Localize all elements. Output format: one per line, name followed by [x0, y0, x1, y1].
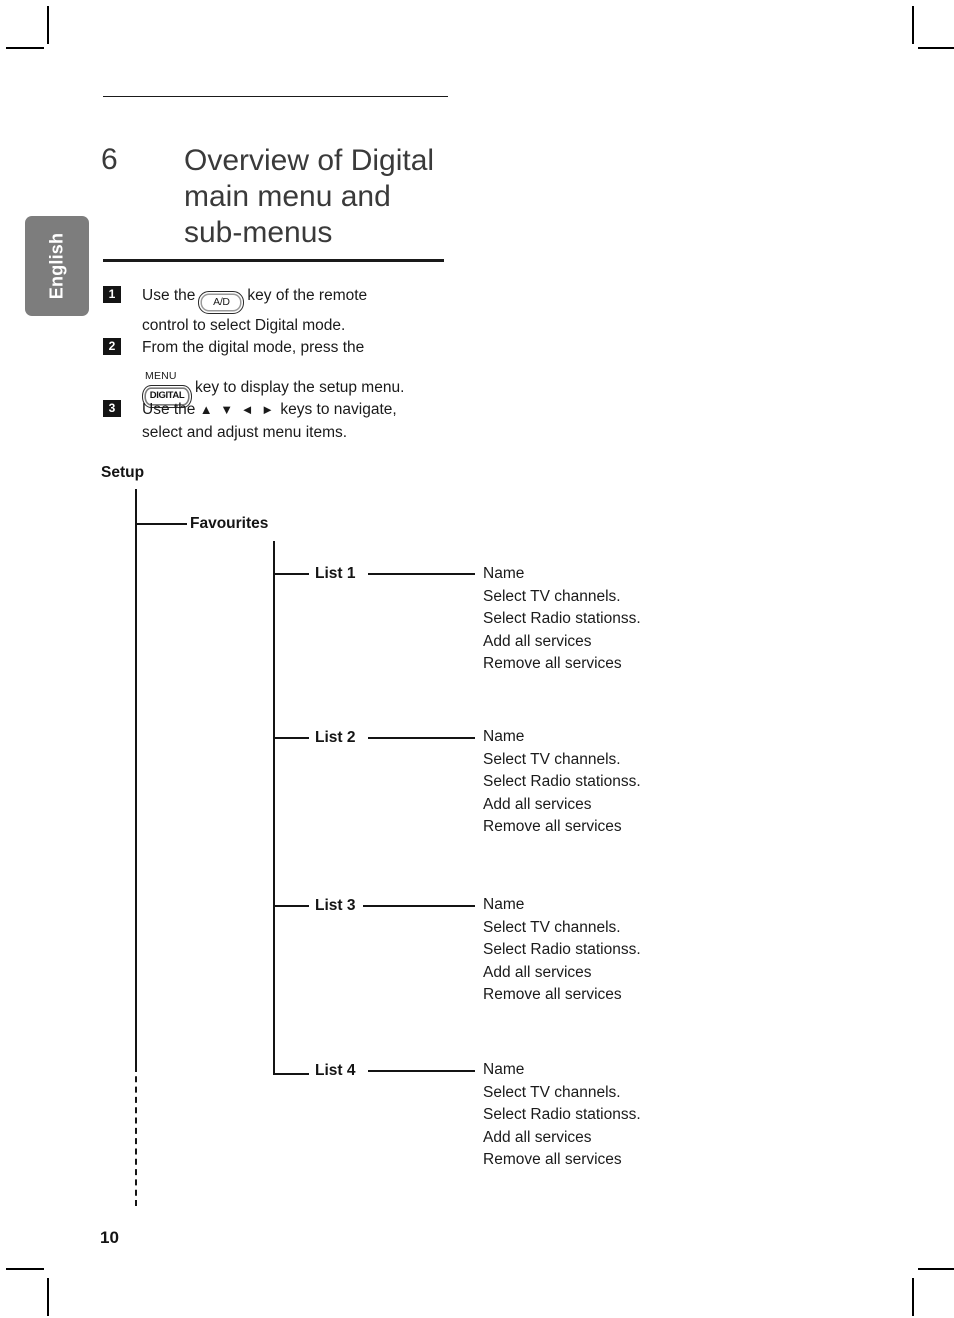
tree-node-list-3: List 3	[315, 897, 356, 914]
tree-connector-list-1	[273, 573, 309, 575]
tree-leaf-item: Add all services	[483, 795, 592, 813]
tree-connector-list-4-leaf	[368, 1070, 475, 1072]
tree-leaf-item: Add all services	[483, 1128, 592, 1146]
tree-leaf-item: Select Radio stationss.	[483, 773, 641, 790]
tree-node-list-2: List 2	[315, 729, 356, 746]
tree-connector-list-2-leaf	[368, 737, 475, 739]
tree-leaf-item: Select Radio stationss.	[483, 1106, 641, 1123]
tree-leaf-item: Remove all services	[483, 655, 622, 672]
tree-connector-favourites	[135, 523, 187, 525]
tree-trunk-favourites	[273, 541, 275, 1075]
tree-leaf-item: Remove all services	[483, 818, 622, 835]
tree-leaf-item: Name	[483, 896, 525, 913]
tree-leaf-item: Remove all services	[483, 1151, 622, 1168]
tree-node-list-1: List 1	[315, 565, 356, 582]
tree-trunk-setup-dashed	[135, 1066, 137, 1206]
tree-leaf-list-2: Name Select TV channels. Select Radio st…	[483, 726, 641, 839]
menu-tree-diagram: Setup Favourites List 1 Name Select TV c…	[0, 0, 954, 1318]
tree-leaf-item: Select Radio stationss.	[483, 610, 641, 627]
tree-leaf-item: Select TV channels.	[483, 918, 621, 936]
tree-trunk-setup	[135, 489, 137, 1066]
tree-leaf-list-4: Name Select TV channels. Select Radio st…	[483, 1059, 641, 1172]
tree-leaf-item: Name	[483, 565, 525, 582]
tree-leaf-item: Name	[483, 728, 525, 745]
tree-leaf-item: Select TV channels.	[483, 587, 621, 605]
tree-leaf-item: Name	[483, 1061, 525, 1078]
tree-leaf-item: Add all services	[483, 963, 592, 981]
tree-leaf-item: Remove all services	[483, 986, 622, 1003]
tree-node-favourites: Favourites	[190, 515, 269, 532]
tree-leaf-item: Select TV channels.	[483, 750, 621, 768]
tree-node-list-4: List 4	[315, 1062, 356, 1079]
tree-connector-list-4	[273, 1073, 309, 1075]
tree-leaf-item: Select Radio stationss.	[483, 941, 641, 958]
tree-leaf-item: Add all services	[483, 632, 592, 650]
tree-node-setup: Setup	[101, 464, 145, 481]
tree-connector-list-3	[273, 905, 309, 907]
page-number: 10	[100, 1228, 119, 1247]
tree-leaf-list-3: Name Select TV channels. Select Radio st…	[483, 894, 641, 1007]
tree-connector-list-1-leaf	[368, 573, 475, 575]
tree-connector-list-2	[273, 737, 309, 739]
tree-connector-list-3-leaf	[363, 905, 475, 907]
tree-leaf-list-1: Name Select TV channels. Select Radio st…	[483, 563, 641, 676]
tree-leaf-item: Select TV channels.	[483, 1083, 621, 1101]
